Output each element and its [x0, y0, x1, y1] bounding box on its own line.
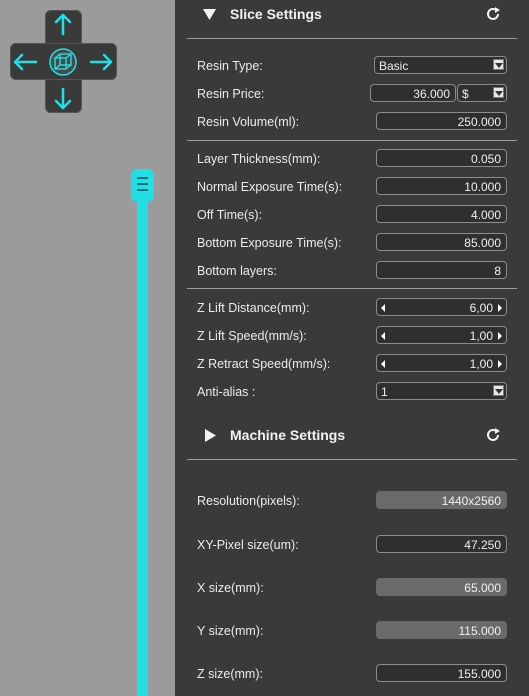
z-lift-speed-spinbox[interactable]: 1,00: [376, 326, 507, 344]
cube-view-icon[interactable]: [49, 48, 77, 76]
settings-panel: Slice Settings Resin Type: Basic Resin P…: [175, 0, 529, 696]
y-size-row: Y size(mm): 115.000: [197, 621, 517, 641]
resin-type-select[interactable]: Basic: [374, 56, 507, 74]
decrement-arrow-icon[interactable]: [381, 304, 385, 312]
increment-arrow-icon[interactable]: [498, 360, 502, 368]
z-size-row: Z size(mm): 155.000: [197, 664, 517, 684]
increment-arrow-icon[interactable]: [498, 332, 502, 340]
arrow-right-icon[interactable]: [89, 53, 113, 71]
divider: [187, 140, 517, 141]
slice-settings-header[interactable]: Slice Settings: [175, 0, 529, 30]
off-time-row: Off Time(s): 4.000: [197, 205, 517, 225]
normal-exposure-input[interactable]: 10.000: [376, 177, 507, 195]
z-retract-speed-spinbox[interactable]: 1,00: [376, 354, 507, 372]
resin-price-row: Resin Price: 36.000 $: [197, 84, 517, 104]
bottom-layers-input[interactable]: 8: [376, 261, 507, 279]
bottom-exposure-input[interactable]: 85.000: [376, 233, 507, 251]
divider: [187, 288, 517, 289]
arrow-left-icon[interactable]: [13, 53, 38, 71]
increment-arrow-icon[interactable]: [498, 304, 502, 312]
section-title: Slice Settings: [230, 6, 322, 22]
layer-thickness-row: Layer Thickness(mm): 0.050: [197, 149, 517, 169]
z-lift-distance-row: Z Lift Distance(mm): 6,00: [197, 298, 517, 318]
resin-price-input[interactable]: 36.000: [370, 84, 456, 102]
x-size-value: 65.000: [376, 578, 507, 596]
z-lift-speed-row: Z Lift Speed(mm/s): 1,00: [197, 326, 517, 346]
xy-pixel-row: XY-Pixel size(um): 47.250: [197, 535, 517, 555]
arrow-down-icon[interactable]: [54, 87, 72, 110]
dropdown-arrow-icon[interactable]: [493, 59, 504, 70]
resolution-value: 1440x2560: [376, 491, 507, 509]
layer-slider-handle[interactable]: [131, 169, 154, 202]
refresh-icon[interactable]: [485, 6, 501, 22]
resin-volume-input[interactable]: 250.000: [376, 112, 507, 130]
layer-thickness-input[interactable]: 0.050: [376, 149, 507, 167]
dropdown-arrow-icon[interactable]: [493, 385, 504, 396]
resolution-row: Resolution(pixels): 1440x2560: [197, 491, 517, 511]
dropdown-arrow-icon[interactable]: [493, 87, 504, 98]
z-size-input[interactable]: 155.000: [376, 664, 507, 682]
arrow-up-icon[interactable]: [54, 13, 72, 36]
decrement-arrow-icon[interactable]: [381, 332, 385, 340]
x-size-row: X size(mm): 65.000: [197, 578, 517, 598]
currency-select[interactable]: $: [457, 84, 507, 102]
off-time-input[interactable]: 4.000: [376, 205, 507, 223]
view-navigation-pad: [10, 10, 117, 113]
collapse-triangle-icon: [203, 9, 216, 20]
y-size-value: 115.000: [376, 621, 507, 639]
anti-alias-select[interactable]: 1: [376, 382, 507, 400]
bottom-exposure-row: Bottom Exposure Time(s): 85.000: [197, 233, 517, 253]
resin-type-row: Resin Type: Basic: [197, 56, 517, 76]
z-retract-speed-row: Z Retract Speed(mm/s): 1,00: [197, 354, 517, 374]
bottom-layers-row: Bottom layers: 8: [197, 261, 517, 281]
section-title: Machine Settings: [230, 427, 346, 443]
xy-pixel-input[interactable]: 47.250: [376, 535, 507, 553]
normal-exposure-row: Normal Exposure Time(s): 10.000: [197, 177, 517, 197]
expand-triangle-icon: [205, 429, 216, 442]
divider: [187, 459, 517, 460]
machine-settings-header[interactable]: Machine Settings: [175, 421, 529, 451]
refresh-icon[interactable]: [485, 427, 501, 443]
divider: [187, 38, 517, 39]
z-lift-distance-spinbox[interactable]: 6,00: [376, 298, 507, 316]
anti-alias-row: Anti-alias : 1: [197, 382, 517, 402]
decrement-arrow-icon[interactable]: [381, 360, 385, 368]
layer-slider-track[interactable]: [137, 176, 148, 696]
3d-viewport[interactable]: [0, 0, 175, 696]
resin-volume-row: Resin Volume(ml): 250.000: [197, 112, 517, 132]
